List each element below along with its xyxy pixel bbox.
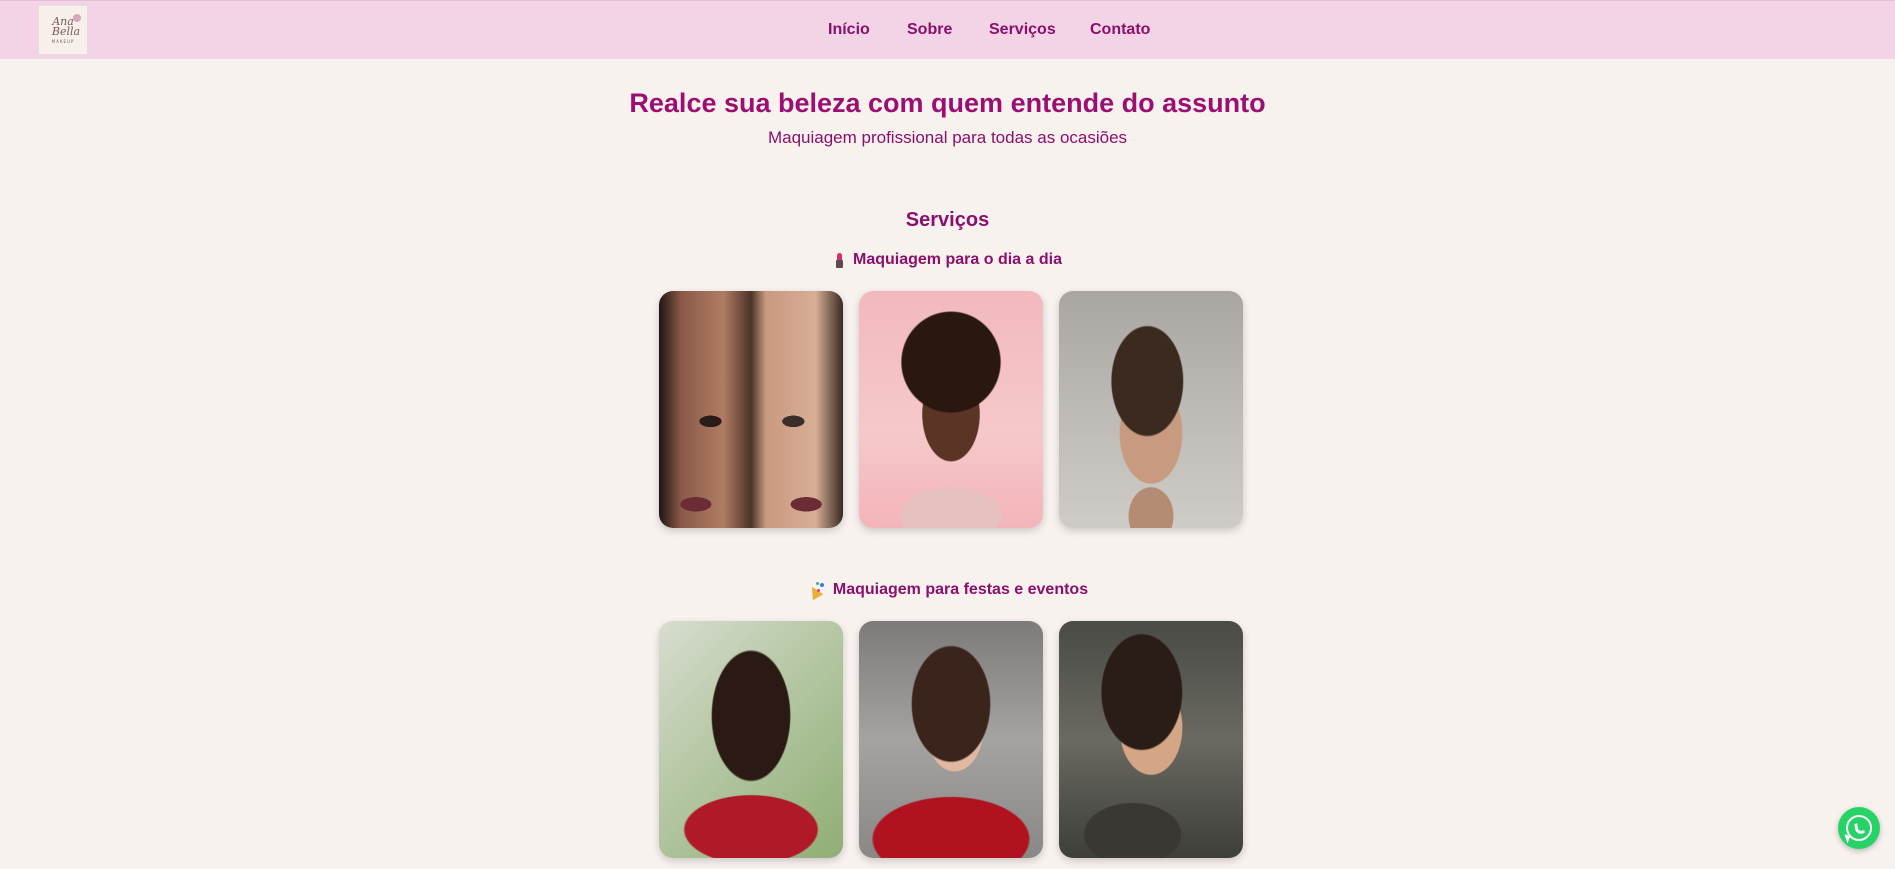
gallery-photo[interactable] [1059,291,1243,528]
main-nav: Início Sobre Serviços Contato [0,1,1895,60]
nav-servicos[interactable]: Serviços [989,21,1056,39]
whatsapp-icon [1846,815,1872,841]
gallery-photo[interactable] [1059,621,1243,858]
gallery-photo[interactable] [659,621,843,858]
site-header: Ana Bella MAKEUP Início Sobre Serviços C… [0,0,1895,59]
category-title-daily: Maquiagem para o dia a dia [0,251,1895,269]
gallery-photo[interactable] [659,291,843,528]
hero-subtitle: Maquiagem profissional para todas as oca… [767,128,1128,147]
lipstick-icon [833,252,845,268]
nav-contato[interactable]: Contato [1090,21,1150,39]
whatsapp-button[interactable] [1838,807,1880,849]
services-title: Serviços [905,209,990,231]
nav-sobre[interactable]: Sobre [907,21,952,39]
gallery-photo[interactable] [859,621,1043,858]
category-label: Maquiagem para o dia a dia [853,251,1062,268]
gallery-photo[interactable] [859,291,1043,528]
nav-inicio[interactable]: Início [828,21,870,39]
party-popper-icon [806,582,825,601]
category-title-events: Maquiagem para festas e eventos [0,581,1895,601]
category-label: Maquiagem para festas e eventos [832,581,1089,598]
hero-title: Realce sua beleza com quem entende do as… [629,88,1266,118]
